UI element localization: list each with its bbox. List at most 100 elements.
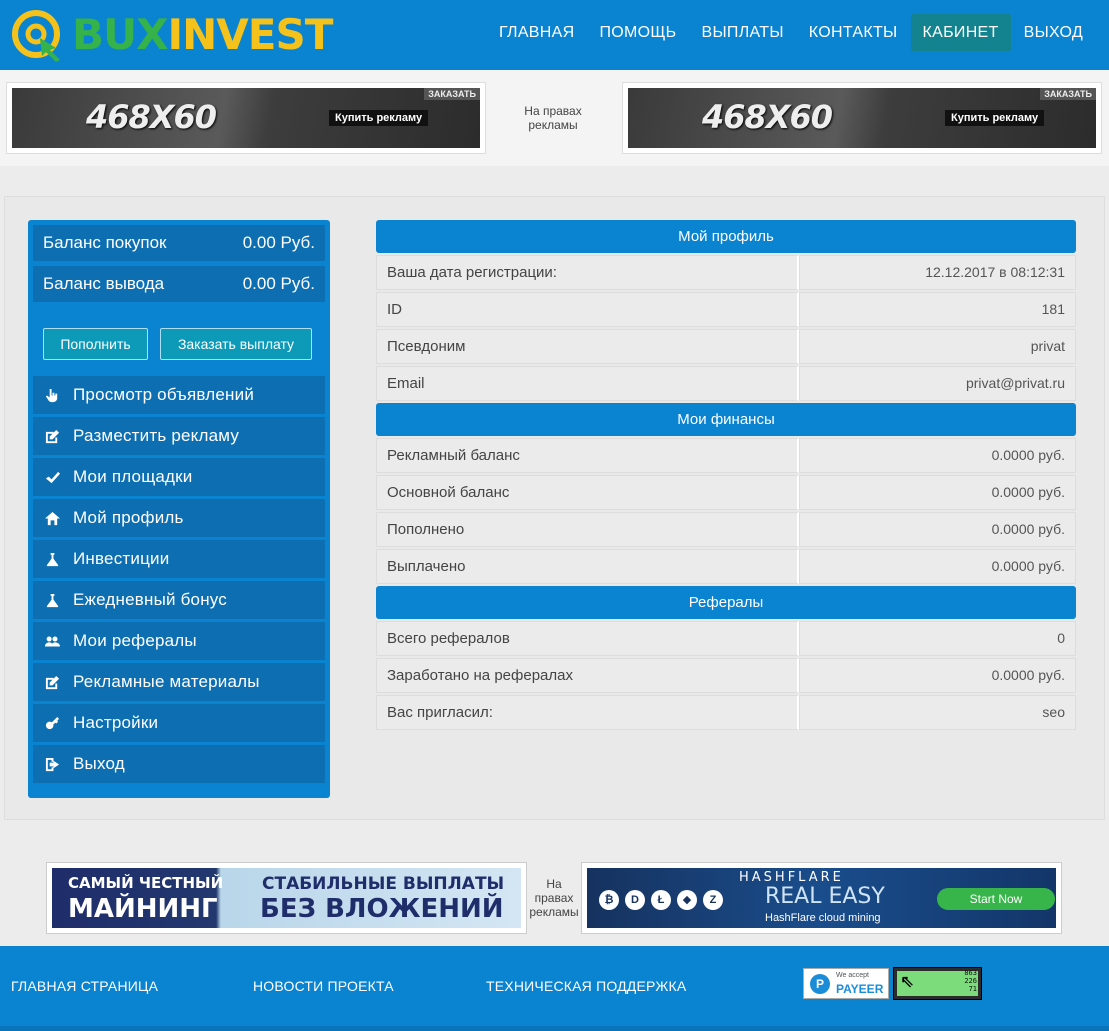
edit-icon [45,429,73,444]
payeer-accept-text: We accept [836,972,869,979]
logo-text-invest: INVEST [167,10,334,59]
payeer-badge[interactable]: P We accept PAYEER [803,968,889,999]
row-value: 0.0000 руб. [799,549,1076,584]
sidebar-item-label: Выход [73,754,125,773]
sidebar-item-settings[interactable]: Настройки [33,704,325,742]
topup-button[interactable]: Пополнить [43,328,148,360]
nav-contacts[interactable]: КОНТАКТЫ [797,14,910,51]
flask-icon [45,593,73,608]
sidebar-item-my-referrals[interactable]: Мои рефералы [33,622,325,660]
sidebar-item-logout[interactable]: Выход [33,745,325,783]
banner-order-label: ЗАКАЗАТЬ [424,88,480,100]
nav-home[interactable]: ГЛАВНАЯ [487,14,587,51]
balance-value: 0.00 Руб. [242,274,315,293]
balance-label: Баланс покупок [43,233,167,252]
users-icon [45,634,73,649]
sidebar-item-label: Разместить рекламу [73,426,240,445]
sidebar-item-place-ad[interactable]: Разместить рекламу [33,417,325,455]
profile-content: Мой профиль Ваша дата регистрации: 12.12.… [376,220,1076,730]
ad-banner-hashflare[interactable]: ₿ D Ł ◆ Z HASHFLARE REAL EASY HashFlare … [581,862,1062,934]
ethereum-icon: ◆ [677,890,697,910]
footer-link-home[interactable]: ГЛАВНАЯ СТРАНИЦА [11,978,158,994]
main-nav: ГЛАВНАЯ ПОМОЩЬ ВЫПЛАТЫ КОНТАКТЫ КАБИНЕТ … [486,14,1095,51]
footer: ГЛАВНАЯ СТРАНИЦА НОВОСТИ ПРОЕКТА ТЕХНИЧЕ… [0,946,1109,1031]
table-row: Псевдоним privat [376,329,1076,364]
row-label: Email [376,366,799,401]
logout-icon [45,757,73,772]
site-logo[interactable]: BUXINVEST [10,8,334,62]
start-now-button[interactable]: Start Now [937,888,1055,910]
edit-icon [45,675,73,690]
footer-link-support[interactable]: ТЕХНИЧЕСКАЯ ПОДДЕРЖКА [486,978,686,994]
row-label: Рекламный баланс [376,438,799,473]
row-value: 0.0000 руб. [799,658,1076,693]
ad-text: HashFlare cloud mining [765,912,881,924]
dash-icon: D [625,890,645,910]
home-icon [45,511,73,526]
logo-text-bux: BUX [72,10,168,59]
flask-icon [45,552,73,567]
ad-text: МАЙНИНГ [68,894,218,924]
payeer-name: PAYEER [836,982,884,996]
row-label: Ваша дата регистрации: [376,255,799,290]
counter-value: 71 [968,985,977,993]
bitcoin-icon: ₿ [599,890,619,910]
banner-buy-label: Купить рекламу [329,110,429,126]
sidebar-item-label: Просмотр объявлений [73,385,255,404]
row-value: 181 [799,292,1076,327]
logo-icon [10,8,68,62]
sidebar-item-label: Мой профиль [73,508,184,527]
sidebar-item-ad-materials[interactable]: Рекламные материалы [33,663,325,701]
row-value: privat [799,329,1076,364]
counter-values: 863 226 71 [964,969,977,993]
counter-value: 226 [964,977,977,985]
row-label: Заработано на рефералах [376,658,799,693]
ad-text: БЕЗ ВЛОЖЕНИЙ [260,894,504,924]
ad-text: REAL EASY [765,884,885,909]
nav-payouts[interactable]: ВЫПЛАТЫ [689,14,795,51]
table-row: Пополнено 0.0000 руб. [376,512,1076,547]
key-icon [45,716,73,731]
sidebar-item-investments[interactable]: Инвестиции [33,540,325,578]
hashflare-logo: HASHFLARE [739,870,844,885]
table-row: Всего рефералов 0 [376,621,1076,656]
sidebar: Баланс покупок 0.00 Руб. Баланс вывода 0… [28,220,330,798]
row-label: Вас пригласил: [376,695,799,730]
sidebar-item-daily-bonus[interactable]: Ежедневный бонус [33,581,325,619]
ad-note: На правах рекламы [529,877,579,919]
table-row: ID 181 [376,292,1076,327]
visit-counter[interactable]: ⇖ 863 226 71 [893,967,982,1000]
row-value: 0.0000 руб. [799,475,1076,510]
sidebar-item-label: Рекламные материалы [73,672,260,691]
row-value: 0 [799,621,1076,656]
payeer-icon: P [810,974,830,994]
footer-link-news[interactable]: НОВОСТИ ПРОЕКТА [253,978,394,994]
nav-cabinet[interactable]: КАБИНЕТ [910,14,1011,51]
balance-value: 0.00 Руб. [242,233,315,252]
ad-banner-mining[interactable]: САМЫЙ ЧЕСТНЫЙ МАЙНИНГ СТАБИЛЬНЫЕ ВЫПЛАТЫ… [46,862,527,934]
sidebar-item-my-sites[interactable]: Мои площадки [33,458,325,496]
ad-banner-right[interactable]: 468X60 Купить рекламу ЗАКАЗАТЬ [622,82,1102,154]
row-value: 0.0000 руб. [799,512,1076,547]
row-label: Пополнено [376,512,799,547]
nav-help[interactable]: ПОМОЩЬ [587,14,688,51]
banner-buy-label: Купить рекламу [945,110,1045,126]
ad-banner-left[interactable]: 468X60 Купить рекламу ЗАКАЗАТЬ [6,82,486,154]
sidebar-item-my-profile[interactable]: Мой профиль [33,499,325,537]
sidebar-item-label: Мои рефералы [73,631,197,650]
row-value: privat@privat.ru [799,366,1076,401]
ad-text: САМЫЙ ЧЕСТНЫЙ [68,874,224,892]
balance-label: Баланс вывода [43,274,165,293]
table-row: Заработано на рефералах 0.0000 руб. [376,658,1076,693]
section-header-referrals: Рефералы [376,586,1076,619]
header: BUXINVEST ГЛАВНАЯ ПОМОЩЬ ВЫПЛАТЫ КОНТАКТ… [0,0,1109,70]
table-row: Выплачено 0.0000 руб. [376,549,1076,584]
withdraw-button[interactable]: Заказать выплату [160,328,312,360]
sidebar-item-label: Инвестиции [73,549,170,568]
sidebar-item-view-ads[interactable]: Просмотр объявлений [33,376,325,414]
top-ad-strip: 468X60 Купить рекламу ЗАКАЗАТЬ На правах… [0,70,1109,166]
nav-logout[interactable]: ВЫХОД [1012,14,1095,51]
sidebar-item-label: Ежедневный бонус [73,590,228,609]
row-value: 0.0000 руб. [799,438,1076,473]
balance-withdraw: Баланс вывода 0.00 Руб. [33,266,325,302]
